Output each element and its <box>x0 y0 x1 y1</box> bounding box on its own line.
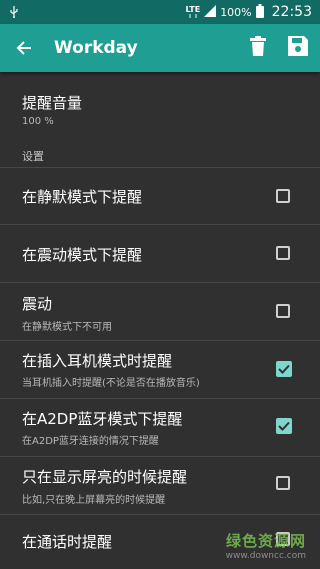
setting-title: 在静默模式下提醒 <box>22 188 143 206</box>
checkbox[interactable] <box>276 476 290 490</box>
setting-row-headphone[interactable]: 在插入耳机模式时提醒 当耳机插入时提醒(不论是否在播放音乐) <box>0 341 320 398</box>
setting-row-silent[interactable]: 在静默模式下提醒 <box>0 168 320 224</box>
network-type: LTE <box>185 6 200 18</box>
setting-row-vibrate[interactable]: 震动 在静默模式下不可用 <box>0 283 320 340</box>
checkbox-checked[interactable] <box>276 361 292 377</box>
clock: 22:53 <box>271 4 312 20</box>
battery-percent: 100% <box>220 5 252 19</box>
checkbox[interactable] <box>276 189 290 203</box>
page-title: Workday <box>54 38 138 58</box>
setting-row-vibrate-mode[interactable]: 在震动模式下提醒 <box>0 225 320 282</box>
volume-setting[interactable]: 提醒音量 100 % <box>0 90 320 132</box>
checkbox-checked[interactable] <box>276 418 292 434</box>
setting-title: 在插入耳机模式时提醒 <box>22 352 173 370</box>
setting-title: 在通话时提醒 <box>22 533 113 551</box>
setting-title: 震动 <box>22 295 53 313</box>
signal-icon <box>204 4 217 20</box>
settings-content: 提醒音量 100 % 设置 在静默模式下提醒 在震动模式下提醒 震动 在静默模式… <box>0 72 320 569</box>
volume-value: 100 % <box>22 116 54 127</box>
setting-subtitle: 当耳机插入时提醒(不论是否在播放音乐) <box>22 378 200 389</box>
setting-subtitle: 在静默模式下不可用 <box>22 322 112 333</box>
volume-title: 提醒音量 <box>22 94 83 112</box>
watermark-url: www.downcc.com <box>225 551 306 561</box>
usb-icon <box>8 6 20 18</box>
setting-row-a2dp[interactable]: 在A2DP蓝牙模式下提醒 在A2DP蓝牙连接的情况下提醒 <box>0 399 320 456</box>
setting-subtitle: 比如,只在晚上屏幕亮的时候提醒 <box>22 495 166 506</box>
checkbox[interactable] <box>276 304 290 318</box>
watermark: 绿色资源网 www.downcc.com <box>226 530 306 561</box>
setting-title: 只在显示屏亮的时候提醒 <box>22 468 188 486</box>
save-icon[interactable] <box>288 36 308 60</box>
watermark-title: 绿色资源网 <box>225 532 306 550</box>
trash-icon[interactable] <box>250 36 266 60</box>
status-bar: LTE 100% 22:53 <box>0 0 320 24</box>
checkbox[interactable] <box>276 246 290 260</box>
setting-title: 在震动模式下提醒 <box>22 246 143 264</box>
section-header: 设置 <box>22 150 44 163</box>
setting-title: 在A2DP蓝牙模式下提醒 <box>22 410 183 428</box>
battery-icon <box>255 3 264 21</box>
setting-row-screen-on[interactable]: 只在显示屏亮的时候提醒 比如,只在晚上屏幕亮的时候提醒 <box>0 457 320 514</box>
back-arrow-icon[interactable] <box>14 38 34 58</box>
app-bar: Workday <box>0 24 320 72</box>
setting-subtitle: 在A2DP蓝牙连接的情况下提醒 <box>22 436 159 447</box>
